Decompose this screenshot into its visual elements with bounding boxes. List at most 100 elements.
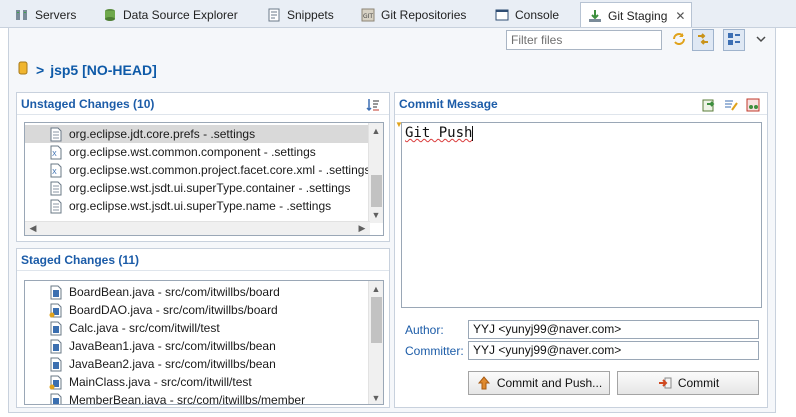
staged-file-list[interactable]: BoardBean.java - src/com/itwillbs/board B… bbox=[24, 280, 384, 405]
unstaged-file-list[interactable]: org.eclipse.jdt.core.prefs - .settings Xo… bbox=[24, 122, 384, 236]
xml-file-icon: X bbox=[49, 145, 63, 160]
java-file-icon bbox=[49, 285, 63, 300]
text-file-icon bbox=[49, 199, 63, 214]
link-icon bbox=[695, 31, 711, 50]
tab-console[interactable]: Console bbox=[488, 2, 565, 28]
change-id-button[interactable] bbox=[745, 97, 761, 116]
tab-git-staging[interactable]: Git Staging ✕ bbox=[580, 2, 693, 29]
committer-label: Committer: bbox=[405, 344, 464, 358]
horizontal-scrollbar[interactable]: ◀ ▶ bbox=[25, 221, 370, 235]
scroll-up-icon[interactable]: ▲ bbox=[369, 282, 383, 296]
layout-icon bbox=[726, 31, 742, 50]
commit-message-input[interactable]: Git Push bbox=[401, 122, 762, 308]
commit-and-push-button[interactable]: Commit and Push... bbox=[468, 371, 610, 395]
commit-label: Commit bbox=[677, 376, 720, 390]
list-item-label: BoardBean.java - src/com/itwillbs/board bbox=[69, 285, 280, 299]
list-item-label: org.eclipse.wst.jsdt.ui.superType.name -… bbox=[69, 199, 332, 213]
tab-data-source-explorer[interactable]: Data Source Explorer bbox=[96, 2, 244, 28]
tab-servers[interactable]: Servers bbox=[8, 2, 82, 28]
java-file-icon bbox=[49, 393, 63, 404]
author-field[interactable]: YYJ <yunyj99@naver.com> bbox=[468, 320, 759, 339]
warning-marker-icon: ▼ bbox=[395, 120, 403, 129]
scroll-left-icon[interactable]: ◀ bbox=[26, 222, 40, 235]
scroll-down-icon[interactable]: ▼ bbox=[369, 208, 383, 222]
tab-label: Console bbox=[515, 8, 560, 22]
committer-field[interactable]: YYJ <yunyj99@naver.com> bbox=[468, 341, 759, 360]
list-item[interactable]: BoardDAO.java - src/com/itwillbs/board bbox=[25, 301, 370, 319]
list-item[interactable]: Xorg.eclipse.wst.common.component - .set… bbox=[25, 143, 370, 161]
xml-file-icon: X bbox=[49, 163, 63, 178]
change-id-icon bbox=[745, 98, 761, 116]
list-item-label: Calc.java - src/com/itwill/test bbox=[69, 321, 220, 335]
sort-button[interactable] bbox=[365, 97, 381, 116]
section-header: Commit Message bbox=[395, 93, 767, 115]
list-item[interactable]: org.eclipse.jdt.core.prefs - .settings bbox=[25, 125, 370, 143]
list-item[interactable]: JavaBean2.java - src/com/itwillbs/bean bbox=[25, 355, 370, 373]
list-item[interactable]: org.eclipse.wst.jsdt.ui.superType.contai… bbox=[25, 179, 370, 197]
java-file-added-icon bbox=[49, 303, 63, 318]
text-cursor bbox=[472, 125, 474, 141]
refresh-icon bbox=[671, 31, 687, 50]
unstaged-changes-title[interactable]: Unstaged Changes (10) bbox=[21, 97, 154, 111]
java-file-icon bbox=[49, 357, 63, 372]
sort-icon bbox=[365, 99, 381, 116]
scroll-down-icon[interactable]: ▼ bbox=[369, 391, 383, 404]
scrollbar-thumb[interactable] bbox=[371, 175, 382, 207]
signed-off-icon bbox=[723, 100, 739, 116]
repository-header: > jsp5 [NO-HEAD] bbox=[18, 60, 157, 79]
tab-git-repositories[interactable]: GIT Git Repositories bbox=[354, 2, 472, 28]
servers-icon bbox=[14, 7, 30, 23]
vertical-scrollbar[interactable]: ▲ ▼ bbox=[368, 123, 383, 223]
repository-name[interactable]: jsp5 [NO-HEAD] bbox=[50, 62, 157, 78]
snippets-icon bbox=[266, 7, 282, 23]
java-file-icon bbox=[49, 339, 63, 354]
scroll-right-icon[interactable]: ▶ bbox=[355, 222, 369, 235]
scrollbar-thumb[interactable] bbox=[371, 297, 382, 343]
vertical-scrollbar[interactable]: ▲ ▼ bbox=[368, 281, 383, 404]
tab-label: Data Source Explorer bbox=[123, 8, 238, 22]
list-item-label: org.eclipse.wst.common.project.facet.cor… bbox=[69, 163, 371, 177]
breadcrumb-separator: > bbox=[36, 61, 45, 78]
java-file-icon bbox=[49, 321, 63, 336]
list-item[interactable]: MemberBean.java - src/com/itwillbs/membe… bbox=[25, 391, 370, 404]
staged-changes-title[interactable]: Staged Changes (11) bbox=[21, 253, 139, 267]
close-icon[interactable]: ✕ bbox=[675, 9, 685, 23]
view-menu-button[interactable] bbox=[750, 29, 772, 51]
list-item[interactable]: JavaBean1.java - src/com/itwillbs/bean bbox=[25, 337, 370, 355]
java-file-added-icon bbox=[49, 375, 63, 390]
tab-label: Servers bbox=[35, 8, 77, 22]
commit-button[interactable]: Commit bbox=[617, 371, 759, 395]
presentation-button[interactable] bbox=[723, 29, 745, 51]
svg-text:X: X bbox=[52, 150, 57, 158]
filter-files-input[interactable] bbox=[506, 30, 662, 50]
commit-icon bbox=[657, 375, 673, 391]
list-item[interactable]: org.eclipse.wst.jsdt.ui.superType.name -… bbox=[25, 197, 370, 215]
list-item-label: org.eclipse.wst.common.component - .sett… bbox=[69, 145, 316, 159]
repository-icon bbox=[18, 60, 28, 79]
text-file-icon bbox=[49, 181, 63, 196]
tab-snippets[interactable]: Snippets bbox=[260, 2, 340, 28]
section-header: Staged Changes (11) bbox=[17, 249, 389, 271]
section-header: Unstaged Changes (10) bbox=[17, 93, 389, 115]
link-with-selection-button[interactable] bbox=[692, 29, 714, 51]
list-item[interactable]: Xorg.eclipse.wst.common.project.facet.co… bbox=[25, 161, 370, 179]
push-icon bbox=[476, 375, 492, 391]
amend-button[interactable] bbox=[701, 97, 717, 116]
unstaged-changes-section: Unstaged Changes (10) org.eclipse.jdt.co… bbox=[16, 92, 390, 242]
list-item-label: JavaBean2.java - src/com/itwillbs/bean bbox=[69, 357, 276, 371]
scroll-up-icon[interactable]: ▲ bbox=[369, 124, 383, 138]
refresh-button[interactable] bbox=[668, 29, 690, 51]
commit-and-push-label: Commit and Push... bbox=[496, 376, 603, 390]
chevron-down-icon bbox=[755, 33, 767, 48]
svg-text:X: X bbox=[52, 168, 57, 176]
signed-off-button[interactable] bbox=[723, 97, 739, 116]
git-repositories-icon: GIT bbox=[360, 7, 376, 23]
list-item[interactable]: BoardBean.java - src/com/itwillbs/board bbox=[25, 283, 370, 301]
list-item-label: JavaBean1.java - src/com/itwillbs/bean bbox=[69, 339, 276, 353]
list-item[interactable]: MainClass.java - src/com/itwill/test bbox=[25, 373, 370, 391]
amend-icon bbox=[701, 99, 717, 116]
list-item[interactable]: Calc.java - src/com/itwill/test bbox=[25, 319, 370, 337]
tab-label: Git Repositories bbox=[381, 8, 467, 22]
list-item-label: org.eclipse.wst.jsdt.ui.superType.contai… bbox=[69, 181, 351, 195]
console-icon bbox=[494, 7, 510, 23]
